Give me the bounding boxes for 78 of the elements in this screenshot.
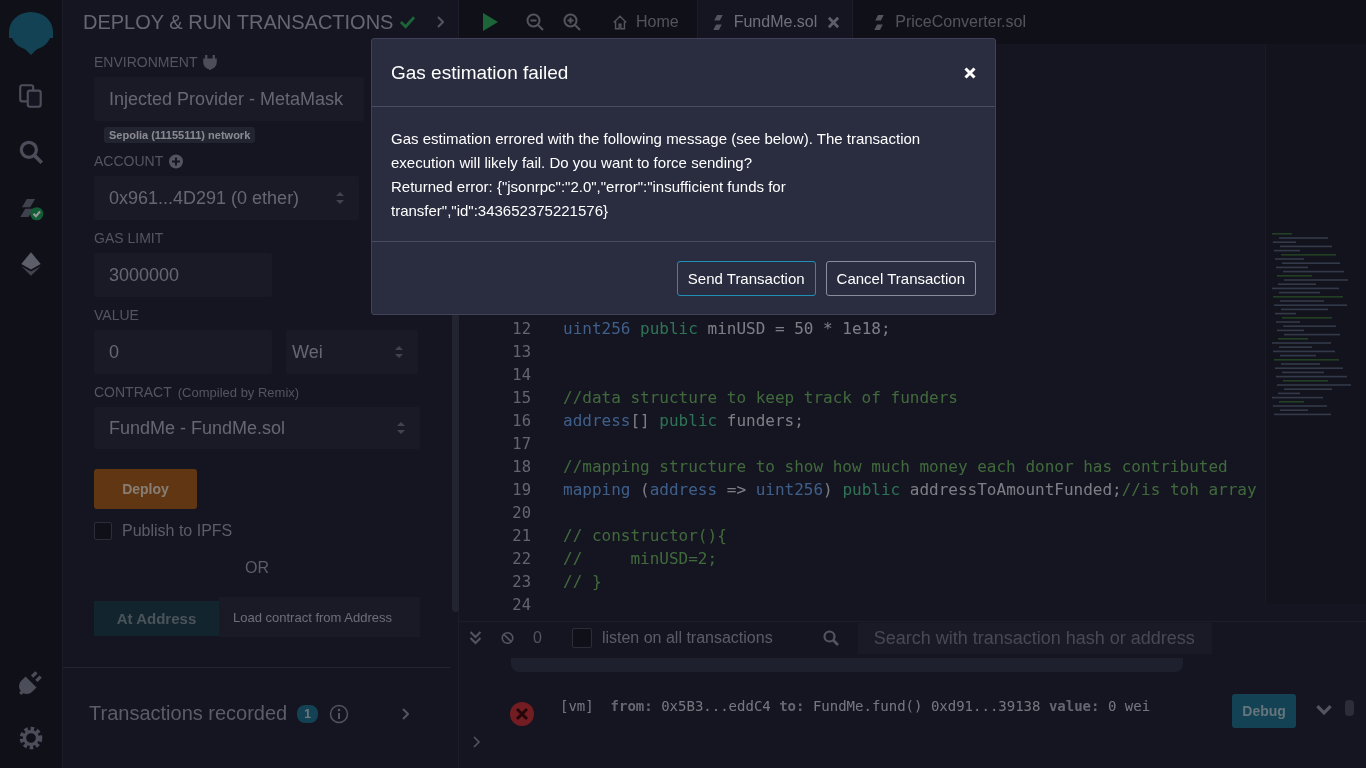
add-icon[interactable]	[169, 153, 184, 169]
info-icon[interactable]	[328, 703, 349, 724]
line-number: 15	[511, 388, 531, 407]
zoom-out-icon[interactable]	[526, 13, 544, 31]
dialog-button[interactable]: Cancel Transaction	[825, 260, 976, 296]
network-badge: Sepolia (11155111) network	[104, 127, 256, 143]
search-icon	[822, 630, 839, 646]
error-icon	[510, 702, 534, 726]
line-number: 16	[511, 411, 531, 430]
chevron-right-icon[interactable]	[400, 707, 409, 720]
dialog-title: Gas estimation failed	[391, 61, 569, 84]
code-line: mapping (address => uint256) public addressToAmountFunded;//is toh array	[563, 480, 1257, 499]
code-line: //data structure to keep track of funders	[563, 388, 958, 407]
gas-limit-field[interactable]: 3000000	[94, 253, 272, 297]
code-line: uint256 public minUSD = 50 * 1e18;	[563, 319, 891, 338]
sort-arrows-icon	[395, 345, 403, 359]
log-entry: [vm] from: 0x5B3...eddC4 to: FundMe.fund() 0xd91...39138 value: 0 wei	[560, 698, 1151, 714]
field-label: GAS LIMIT	[94, 230, 164, 246]
line-number: 23	[511, 572, 531, 591]
sort-arrows-icon	[397, 421, 405, 435]
value-field[interactable]: 0	[94, 330, 272, 374]
chevron-down-icon[interactable]	[1316, 704, 1333, 715]
count-badge: 1	[297, 704, 318, 723]
prompt-icon	[473, 736, 481, 748]
code-line: //mapping structure to show how much money each donor has contributed	[563, 457, 1228, 476]
checkbox-label: Publish to IPFS	[122, 522, 233, 540]
search-icon[interactable]	[17, 138, 45, 166]
chevron-right-icon[interactable]	[436, 16, 445, 28]
code-line: // constructor(){	[563, 526, 727, 545]
line-number: 18	[511, 457, 531, 476]
editor-tab[interactable]: PriceConverter.sol	[859, 0, 1038, 44]
line-number: 17	[511, 434, 531, 453]
code-line: // minUSD=2;	[563, 549, 718, 568]
dialog-message: Returned error: {"jsonrpc":"2.0","error":"insufficient funds for transfer","id":343652375221576}	[391, 177, 787, 221]
address-field[interactable]: Load contract from Address	[219, 597, 420, 637]
field-label: CONTRACT	[94, 384, 172, 400]
field-label: VALUE	[94, 307, 139, 323]
line-number: 21	[511, 526, 531, 545]
panel-title: DEPLOY & RUN TRANSACTIONS	[83, 10, 394, 34]
unit-select[interactable]: Wei	[286, 330, 418, 374]
play-icon[interactable]	[481, 13, 499, 31]
zoom-in-icon[interactable]	[563, 13, 581, 31]
deploy-button[interactable]: Deploy	[94, 469, 197, 509]
plug-icon[interactable]	[17, 668, 45, 696]
editor-tab[interactable]: Home	[600, 0, 691, 44]
line-number: 19	[511, 480, 531, 499]
files-icon[interactable]	[17, 82, 45, 110]
checkbox[interactable]	[94, 522, 112, 540]
checkbox[interactable]	[571, 628, 592, 648]
field-label: ENVIRONMENT	[94, 54, 198, 70]
at-address-button[interactable]: At Address	[94, 600, 219, 636]
clear-icon[interactable]	[501, 631, 514, 645]
dialog-message: Gas estimation errored with the following message (see below). The transaction execution will likely fail. Do you want to force sending?	[391, 129, 922, 173]
line-number: 12	[511, 319, 531, 338]
home-icon	[612, 13, 628, 31]
sort-arrows-icon	[336, 191, 344, 205]
field-label: ACCOUNT	[94, 153, 164, 169]
pending-count: 0	[533, 629, 542, 647]
scrollbar[interactable]	[1345, 700, 1354, 716]
code-line: address[] public funders;	[563, 411, 804, 430]
compiled-note: (Compiled by Remix)	[177, 384, 300, 400]
account-select[interactable]: 0x961...4D291 (0 ether)	[94, 176, 359, 220]
or-separator: OR	[245, 559, 269, 577]
line-number: 14	[511, 365, 531, 384]
line-number: 13	[511, 342, 531, 361]
environment-select[interactable]: Injected Provider - MetaMask	[94, 77, 364, 121]
dialog-button[interactable]: Send Transaction	[676, 260, 816, 296]
debug-button[interactable]: Debug	[1232, 694, 1297, 728]
collapse-icon[interactable]	[469, 631, 482, 645]
checkbox-label: listen on all transactions	[601, 629, 773, 647]
line-number: 22	[511, 549, 531, 568]
line-number: 24	[511, 595, 531, 614]
section-title[interactable]: Transactions recorded	[89, 702, 288, 725]
settings-icon[interactable]	[17, 724, 45, 752]
line-number: 20	[511, 503, 531, 522]
plug-icon	[203, 54, 218, 70]
code-line: // }	[563, 572, 602, 591]
contract-select[interactable]: FundMe - FundMe.sol	[94, 407, 420, 449]
